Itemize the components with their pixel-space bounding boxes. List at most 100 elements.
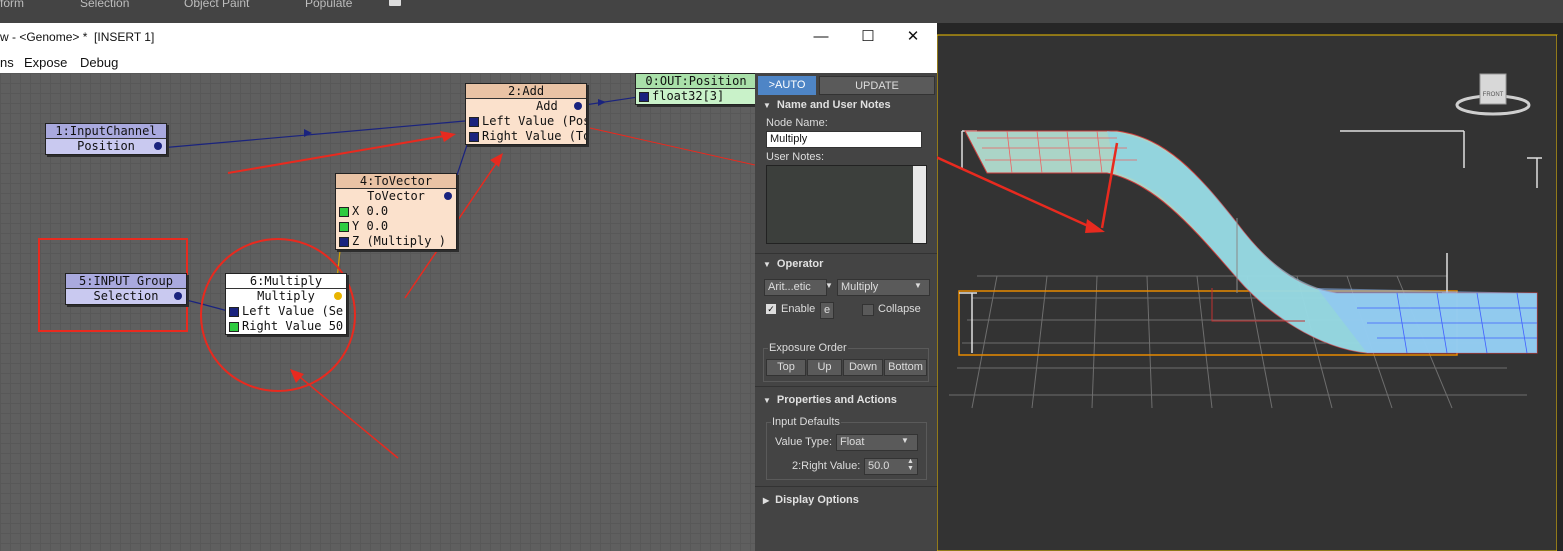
toolbar-item-populate[interactable]: Populate xyxy=(305,0,352,10)
exposure-order-label: Exposure Order xyxy=(768,342,848,354)
node-out-position[interactable]: 0:OUT:Position float32[3] xyxy=(635,73,755,105)
node-port-selection[interactable]: Selection xyxy=(66,289,186,304)
spinner-arrows-icon[interactable]: ▲ ▼ xyxy=(907,458,914,472)
node-input-x[interactable]: X 0.0 xyxy=(336,204,456,219)
toolbar-item-object-paint[interactable]: Object Paint xyxy=(184,0,249,10)
node-header: 1:InputChannel xyxy=(46,124,166,139)
input-port-icon[interactable] xyxy=(229,321,239,332)
dropdown-arrow-icon: ▼ xyxy=(825,281,833,290)
toolbar-item-form[interactable]: form xyxy=(0,0,24,10)
port-label: Z (Multiply ) xyxy=(352,234,446,248)
section-properties-actions[interactable]: ▼ Properties and Actions xyxy=(755,391,937,409)
node-multiply[interactable]: 6:Multiply Multiply Left Value (Se Right… xyxy=(225,273,347,335)
port-label: Right Value (To xyxy=(482,129,586,143)
viewport-scene: FRONT xyxy=(937,23,1563,551)
expand-arrow-icon: ▶ xyxy=(763,496,770,505)
node-input-group[interactable]: 5:INPUT Group Selection xyxy=(65,273,187,305)
input-port-icon[interactable] xyxy=(339,221,349,232)
node-name-input[interactable]: Multiply xyxy=(766,131,922,148)
collapse-checkbox[interactable] xyxy=(862,304,874,316)
port-label: Left Value (Pos xyxy=(482,114,586,128)
node-input-right[interactable]: Right Value (To xyxy=(466,129,586,144)
output-port-icon[interactable] xyxy=(574,102,582,110)
input-port-icon[interactable] xyxy=(339,206,349,217)
menu-expose[interactable]: Expose xyxy=(24,55,67,70)
collapse-arrow-icon: ▼ xyxy=(763,396,771,405)
order-top-button[interactable]: Top xyxy=(766,359,806,376)
output-port-icon[interactable] xyxy=(154,142,162,150)
e-button[interactable]: e xyxy=(820,302,834,319)
enable-checkbox[interactable]: ✓ xyxy=(766,304,776,314)
output-port-icon[interactable] xyxy=(174,292,182,300)
node-output-add[interactable]: Add xyxy=(466,99,586,114)
port-label: Left Value (Se xyxy=(242,304,344,318)
notes-scrollbar[interactable] xyxy=(913,166,926,243)
wire-position-to-left xyxy=(159,120,466,149)
value-type-label: Value Type: xyxy=(775,436,833,448)
order-bottom-button[interactable]: Bottom xyxy=(884,359,927,376)
node-header: 2:Add xyxy=(466,84,586,99)
port-label: Multiply xyxy=(257,289,315,303)
node-header: 4:ToVector xyxy=(336,174,456,189)
annotation-arrow xyxy=(294,372,399,459)
node-input-float[interactable]: float32[3] xyxy=(636,89,755,104)
section-display-options[interactable]: ▶ Display Options xyxy=(755,491,937,509)
wire-arrow-icon xyxy=(304,129,312,137)
input-port-icon[interactable] xyxy=(469,131,479,142)
dropdown-arrow-icon: ▼ xyxy=(914,281,922,290)
section-operator[interactable]: ▼ Operator xyxy=(755,255,937,273)
node-input-z[interactable]: Z (Multiply ) xyxy=(336,234,456,249)
node-add[interactable]: 2:Add Add Left Value (Pos Right Value (T… xyxy=(465,83,587,145)
order-down-button[interactable]: Down xyxy=(843,359,883,376)
input-port-icon[interactable] xyxy=(339,236,349,247)
node-to-vector[interactable]: 4:ToVector ToVector X 0.0 Y 0.0 Z (Multi… xyxy=(335,173,457,250)
auto-button[interactable]: >AUTO xyxy=(758,76,816,95)
node-input-channel[interactable]: 1:InputChannel Position xyxy=(45,123,167,155)
maximize-button[interactable]: ☐ xyxy=(855,25,881,49)
divider xyxy=(755,386,937,387)
node-output-multiply[interactable]: Multiply xyxy=(226,289,346,304)
node-input-y[interactable]: Y 0.0 xyxy=(336,219,456,234)
menu-ns[interactable]: ns xyxy=(0,55,14,70)
viewcube-icon xyxy=(1479,73,1507,105)
divider xyxy=(755,253,937,254)
3d-viewport[interactable]: FRONT xyxy=(937,23,1563,551)
input-port-icon[interactable] xyxy=(639,91,649,102)
properties-panel: >AUTO UPDATE ▼ Name and User Notes Node N… xyxy=(755,73,937,551)
collapse-arrow-icon: ▼ xyxy=(763,101,771,110)
section-name-notes[interactable]: ▼ Name and User Notes xyxy=(755,96,937,114)
close-button[interactable]: ✕ xyxy=(900,25,926,49)
annotation-line xyxy=(589,127,755,166)
port-label: Position xyxy=(77,139,135,153)
port-label: Add xyxy=(536,99,558,113)
node-input-right[interactable]: Right Value 50. xyxy=(226,319,346,334)
port-label: ToVector xyxy=(367,189,425,203)
node-graph-canvas[interactable]: 1:InputChannel Position 2:Add Add Left V… xyxy=(0,73,755,551)
wire-arrow-icon xyxy=(598,99,606,106)
wire-add-to-out xyxy=(577,96,639,107)
section-title: Name and User Notes xyxy=(776,99,891,111)
toolbar-item-selection[interactable]: Selection xyxy=(80,0,129,10)
minimize-button[interactable]: — xyxy=(808,25,834,49)
input-port-icon[interactable] xyxy=(229,306,239,317)
node-port-position[interactable]: Position xyxy=(46,139,166,154)
input-port-icon[interactable] xyxy=(469,116,479,127)
right-value-label: 2:Right Value: xyxy=(792,460,861,472)
output-port-icon[interactable] xyxy=(444,192,452,200)
section-title: Operator xyxy=(776,258,824,270)
section-title: Properties and Actions xyxy=(776,394,897,406)
node-input-left[interactable]: Left Value (Pos xyxy=(466,114,586,129)
window-title: w - <Genome> * [INSERT 1] xyxy=(0,30,155,44)
output-port-icon[interactable] xyxy=(334,292,342,300)
port-label: Selection xyxy=(93,289,159,303)
divider xyxy=(755,486,937,487)
node-output-tovector[interactable]: ToVector xyxy=(336,189,456,204)
update-button[interactable]: UPDATE xyxy=(819,76,935,95)
toolbar-dropdown-icon[interactable] xyxy=(389,0,401,6)
port-label: Right Value 50. xyxy=(242,319,346,333)
menu-debug[interactable]: Debug xyxy=(80,55,118,70)
operator-category-select[interactable]: Arit...etic xyxy=(764,279,827,296)
order-up-button[interactable]: Up xyxy=(807,359,842,376)
user-notes-textarea[interactable] xyxy=(766,165,927,244)
node-input-left[interactable]: Left Value (Se xyxy=(226,304,346,319)
